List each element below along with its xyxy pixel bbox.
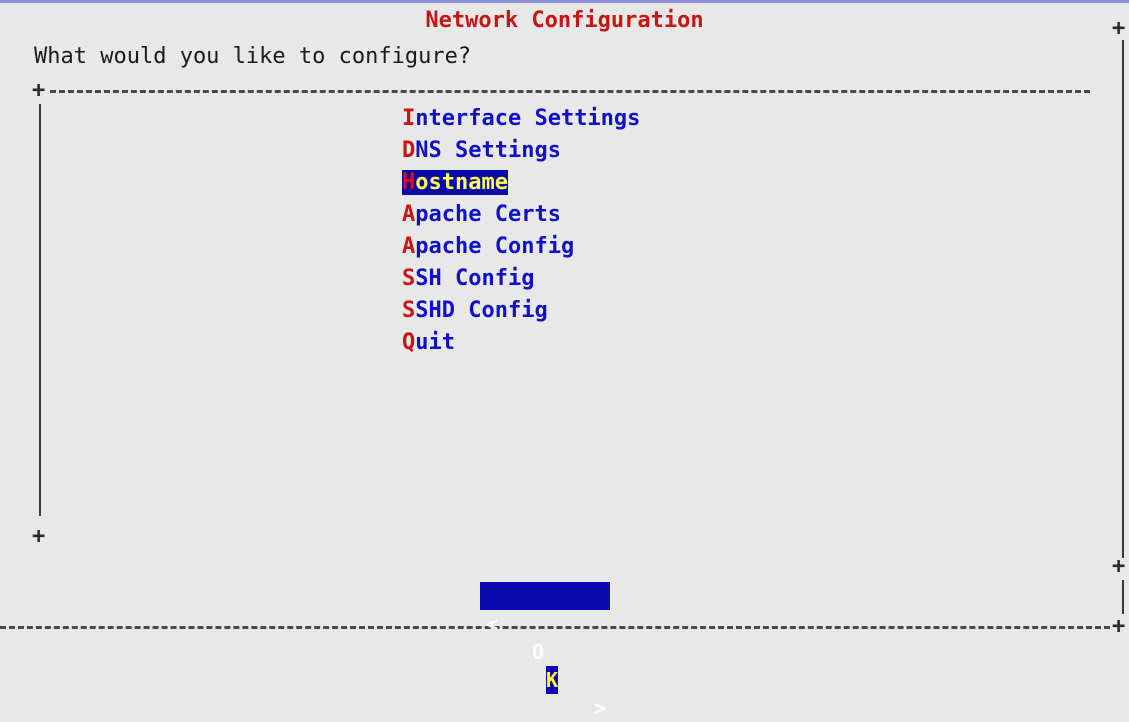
menu-box-top-border: [50, 90, 1090, 93]
menu-item-label: SH Config: [415, 266, 535, 291]
menu-item-label: nterface Settings: [415, 106, 641, 131]
frame-corner-bottom-right: +: [1112, 614, 1126, 639]
menu-box-left-border: [39, 104, 41, 516]
ok-button[interactable]: < O K >: [480, 582, 610, 720]
menu-item-sshd-config[interactable]: SSHD Config: [402, 295, 640, 327]
menu-item-label: SHD Config: [415, 298, 548, 323]
menu-item-label: ostname: [415, 170, 508, 195]
configuration-menu: Interface Settings DNS Settings Hostname…: [402, 103, 640, 359]
menu-item-hostname[interactable]: Hostname: [402, 167, 640, 199]
menu-box-corner-bottom-left: +: [32, 524, 46, 549]
dialog-prompt: What would you like to configure?: [34, 44, 472, 69]
menu-item-hotkey: A: [402, 234, 416, 259]
dialog-title: Network Configuration: [425, 8, 704, 33]
menu-item-label: pache Config: [415, 234, 575, 259]
menu-item-ssh-config[interactable]: SSH Config: [402, 263, 640, 295]
menu-item-apache-certs[interactable]: Apache Certs: [402, 199, 640, 231]
menu-item-label: pache Certs: [415, 202, 561, 227]
frame-right-border-lower: [1122, 580, 1124, 614]
menu-item-hotkey: H: [402, 170, 416, 195]
dialog-bottom-border: [0, 626, 1110, 629]
menu-item-apache-config[interactable]: Apache Config: [402, 231, 640, 263]
menu-item-quit[interactable]: Quit: [402, 327, 640, 359]
menu-item-interface-settings[interactable]: Interface Settings: [402, 103, 640, 135]
frame-right-border: [1122, 40, 1124, 558]
menu-item-label: NS Settings: [415, 138, 561, 163]
ok-button-label-o: O: [532, 640, 545, 664]
menu-item-hotkey: Q: [402, 330, 416, 355]
menu-item-dns-settings[interactable]: DNS Settings: [402, 135, 640, 167]
menu-item-hotkey: D: [402, 138, 416, 163]
menu-box-corner-top-left: +: [32, 78, 46, 103]
top-border-line: [0, 0, 1129, 3]
menu-item-label: uit: [415, 330, 455, 355]
frame-corner-right-mid: +: [1112, 554, 1126, 579]
menu-item-hotkey: S: [402, 298, 416, 323]
menu-item-hotkey: S: [402, 266, 416, 291]
ok-button-right-bracket: >: [594, 696, 607, 720]
menu-item-hotkey: A: [402, 202, 416, 227]
ok-button-label-k: K: [546, 666, 559, 694]
menu-item-hotkey: I: [402, 106, 416, 131]
